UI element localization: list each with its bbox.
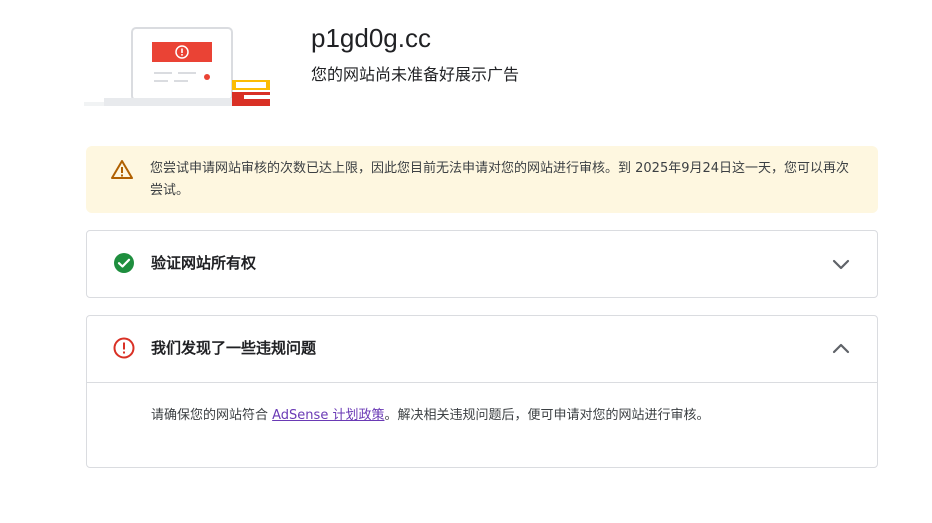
verify-ownership-panel: 验证网站所有权 [86, 230, 878, 298]
verify-ownership-header[interactable]: 验证网站所有权 [87, 231, 877, 297]
warning-icon [111, 160, 133, 179]
policy-violations-title: 我们发现了一些违规问题 [151, 339, 317, 357]
error-circle-icon [113, 337, 135, 359]
chevron-up-icon[interactable] [829, 337, 853, 361]
warning-banner: 您尝试申请网站审核的次数已达上限，因此您目前无法申请对您的网站进行审核。到 20… [86, 146, 878, 213]
policy-text-prefix: 请确保您的网站符合 [151, 408, 273, 423]
policy-violations-panel: 我们发现了一些违规问题 请确保您的网站符合 AdSense 计划政策。解决相关违… [86, 315, 878, 468]
adsense-policy-link[interactable]: AdSense 计划政策 [272, 408, 384, 423]
warning-text: 您尝试申请网站审核的次数已达上限，因此您目前无法申请对您的网站进行审核。到 20… [150, 161, 850, 198]
chevron-down-icon[interactable] [829, 252, 853, 276]
site-name: p1gd0g.cc [311, 23, 431, 53]
policy-violations-header[interactable]: 我们发现了一些违规问题 [87, 316, 877, 382]
site-illustration-icon [84, 27, 270, 106]
page-header: p1gd0g.cc 您的网站尚未准备好展示广告 [84, 22, 884, 112]
policy-guidance-text: 请确保您的网站符合 AdSense 计划政策。解决相关违规问题后，便可申请对您的… [151, 405, 709, 427]
check-circle-icon [114, 253, 134, 273]
policy-text-suffix: 。解决相关违规问题后，便可申请对您的网站进行审核。 [384, 408, 710, 423]
site-status-text: 您的网站尚未准备好展示广告 [311, 65, 520, 84]
verify-ownership-title: 验证网站所有权 [151, 254, 257, 272]
policy-violations-body: 请确保您的网站符合 AdSense 计划政策。解决相关违规问题后，便可申请对您的… [87, 382, 877, 467]
